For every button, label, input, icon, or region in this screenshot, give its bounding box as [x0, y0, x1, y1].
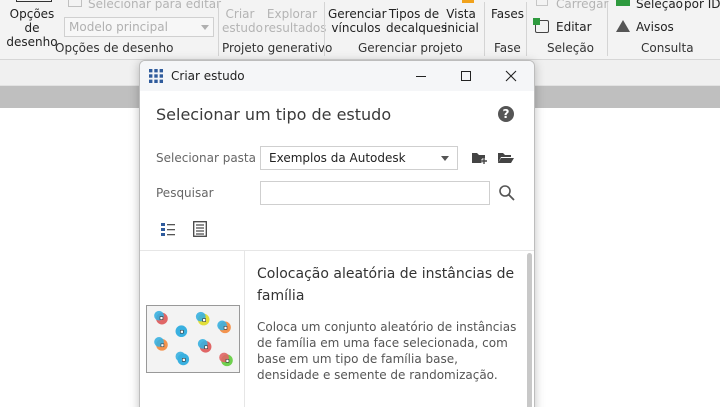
ribbon-separator — [324, 2, 325, 56]
group-gerenciar-projeto: Gerenciar projeto — [358, 41, 463, 55]
folder-select[interactable]: Exemplos da Autodesk — [260, 146, 458, 170]
list-scrollbar[interactable] — [527, 253, 532, 407]
explore-results-button[interactable]: Explorar resultados — [264, 7, 327, 35]
group-opcoes-desenho: Opções de desenho — [55, 41, 174, 55]
maximize-icon — [461, 71, 471, 81]
select-edit-icon — [68, 0, 82, 7]
list-view-icon[interactable] — [161, 222, 175, 236]
warnings-button[interactable]: Avisos — [636, 20, 674, 34]
select-by-id-icon — [616, 0, 630, 6]
open-folder-icon[interactable] — [497, 150, 515, 166]
search-label: Pesquisar — [156, 186, 214, 200]
detail-view-icon[interactable] — [193, 221, 207, 237]
create-study-button[interactable]: Criar estudo — [222, 7, 263, 35]
home-view-icon — [462, 0, 474, 3]
folder-select-value: Exemplos da Autodesk — [269, 151, 406, 165]
grid-app-icon — [149, 69, 163, 83]
main-model-value: Modelo principal — [69, 20, 168, 34]
drawing-options-icon — [16, 0, 52, 2]
edit-plus-icon — [533, 18, 540, 25]
ribbon-separator — [484, 2, 485, 56]
dialog-title: Criar estudo — [171, 69, 245, 83]
home-view-button[interactable]: Vista inicial — [444, 7, 479, 35]
chevron-down-icon — [201, 25, 209, 30]
warnings-icon — [616, 20, 630, 32]
help-icon[interactable]: ? — [498, 106, 514, 122]
maximize-button[interactable] — [443, 61, 489, 91]
ribbon-separator — [218, 2, 219, 56]
minimize-button[interactable] — [398, 61, 444, 91]
phases-button[interactable]: Fases — [491, 7, 524, 21]
group-fase: Fase — [494, 41, 521, 55]
edit-button[interactable]: Editar — [556, 20, 592, 34]
dialog-heading: Selecionar um tipo de estudo — [156, 105, 392, 124]
manage-links-button[interactable]: Gerenciar vínculos — [328, 7, 387, 35]
study-thumbnail-column — [140, 251, 245, 407]
ribbon: Opções de desenho Selecionar para editar… — [0, 0, 720, 60]
chevron-down-icon — [441, 156, 449, 161]
random-placement-thumbnail — [146, 305, 240, 373]
drawing-options-button[interactable]: Opções de desenho — [3, 7, 61, 49]
search-icon[interactable] — [498, 184, 516, 202]
decal-types-button[interactable]: Tipos de decalques — [386, 7, 447, 35]
folder-label: Selecionar pasta — [156, 151, 256, 165]
study-list[interactable]: Colocação aleatória de instâncias de fam… — [140, 250, 534, 407]
main-model-combo[interactable]: Modelo principal — [64, 17, 214, 37]
group-projeto-generativo: Projeto generativo — [222, 41, 333, 55]
close-button[interactable] — [488, 61, 534, 91]
group-selecao: Seleção — [547, 41, 595, 55]
select-to-edit-button[interactable]: Selecionar para editar — [88, 0, 221, 11]
ribbon-separator — [526, 2, 527, 56]
search-input[interactable] — [260, 181, 490, 205]
close-icon — [505, 70, 517, 82]
selection-button[interactable]: Seleção — [636, 0, 683, 11]
study-item-title[interactable]: Colocação aleatória de instâncias de fam… — [257, 263, 522, 307]
minimize-icon — [416, 76, 426, 77]
thumbnail-dots — [154, 310, 233, 367]
by-id-button[interactable]: por ID — [684, 0, 720, 11]
study-item-description: Coloca um conjunto aleatório de instânci… — [257, 320, 517, 382]
group-consulta: Consulta — [641, 41, 694, 55]
dialog-titlebar[interactable]: Criar estudo — [140, 61, 534, 91]
load-icon — [536, 0, 548, 6]
load-button[interactable]: Carregar — [556, 0, 608, 11]
create-study-dialog: Criar estudo Selecionar um tipo de estud… — [139, 60, 535, 407]
new-folder-icon[interactable] — [471, 150, 489, 166]
ribbon-separator — [607, 2, 608, 56]
